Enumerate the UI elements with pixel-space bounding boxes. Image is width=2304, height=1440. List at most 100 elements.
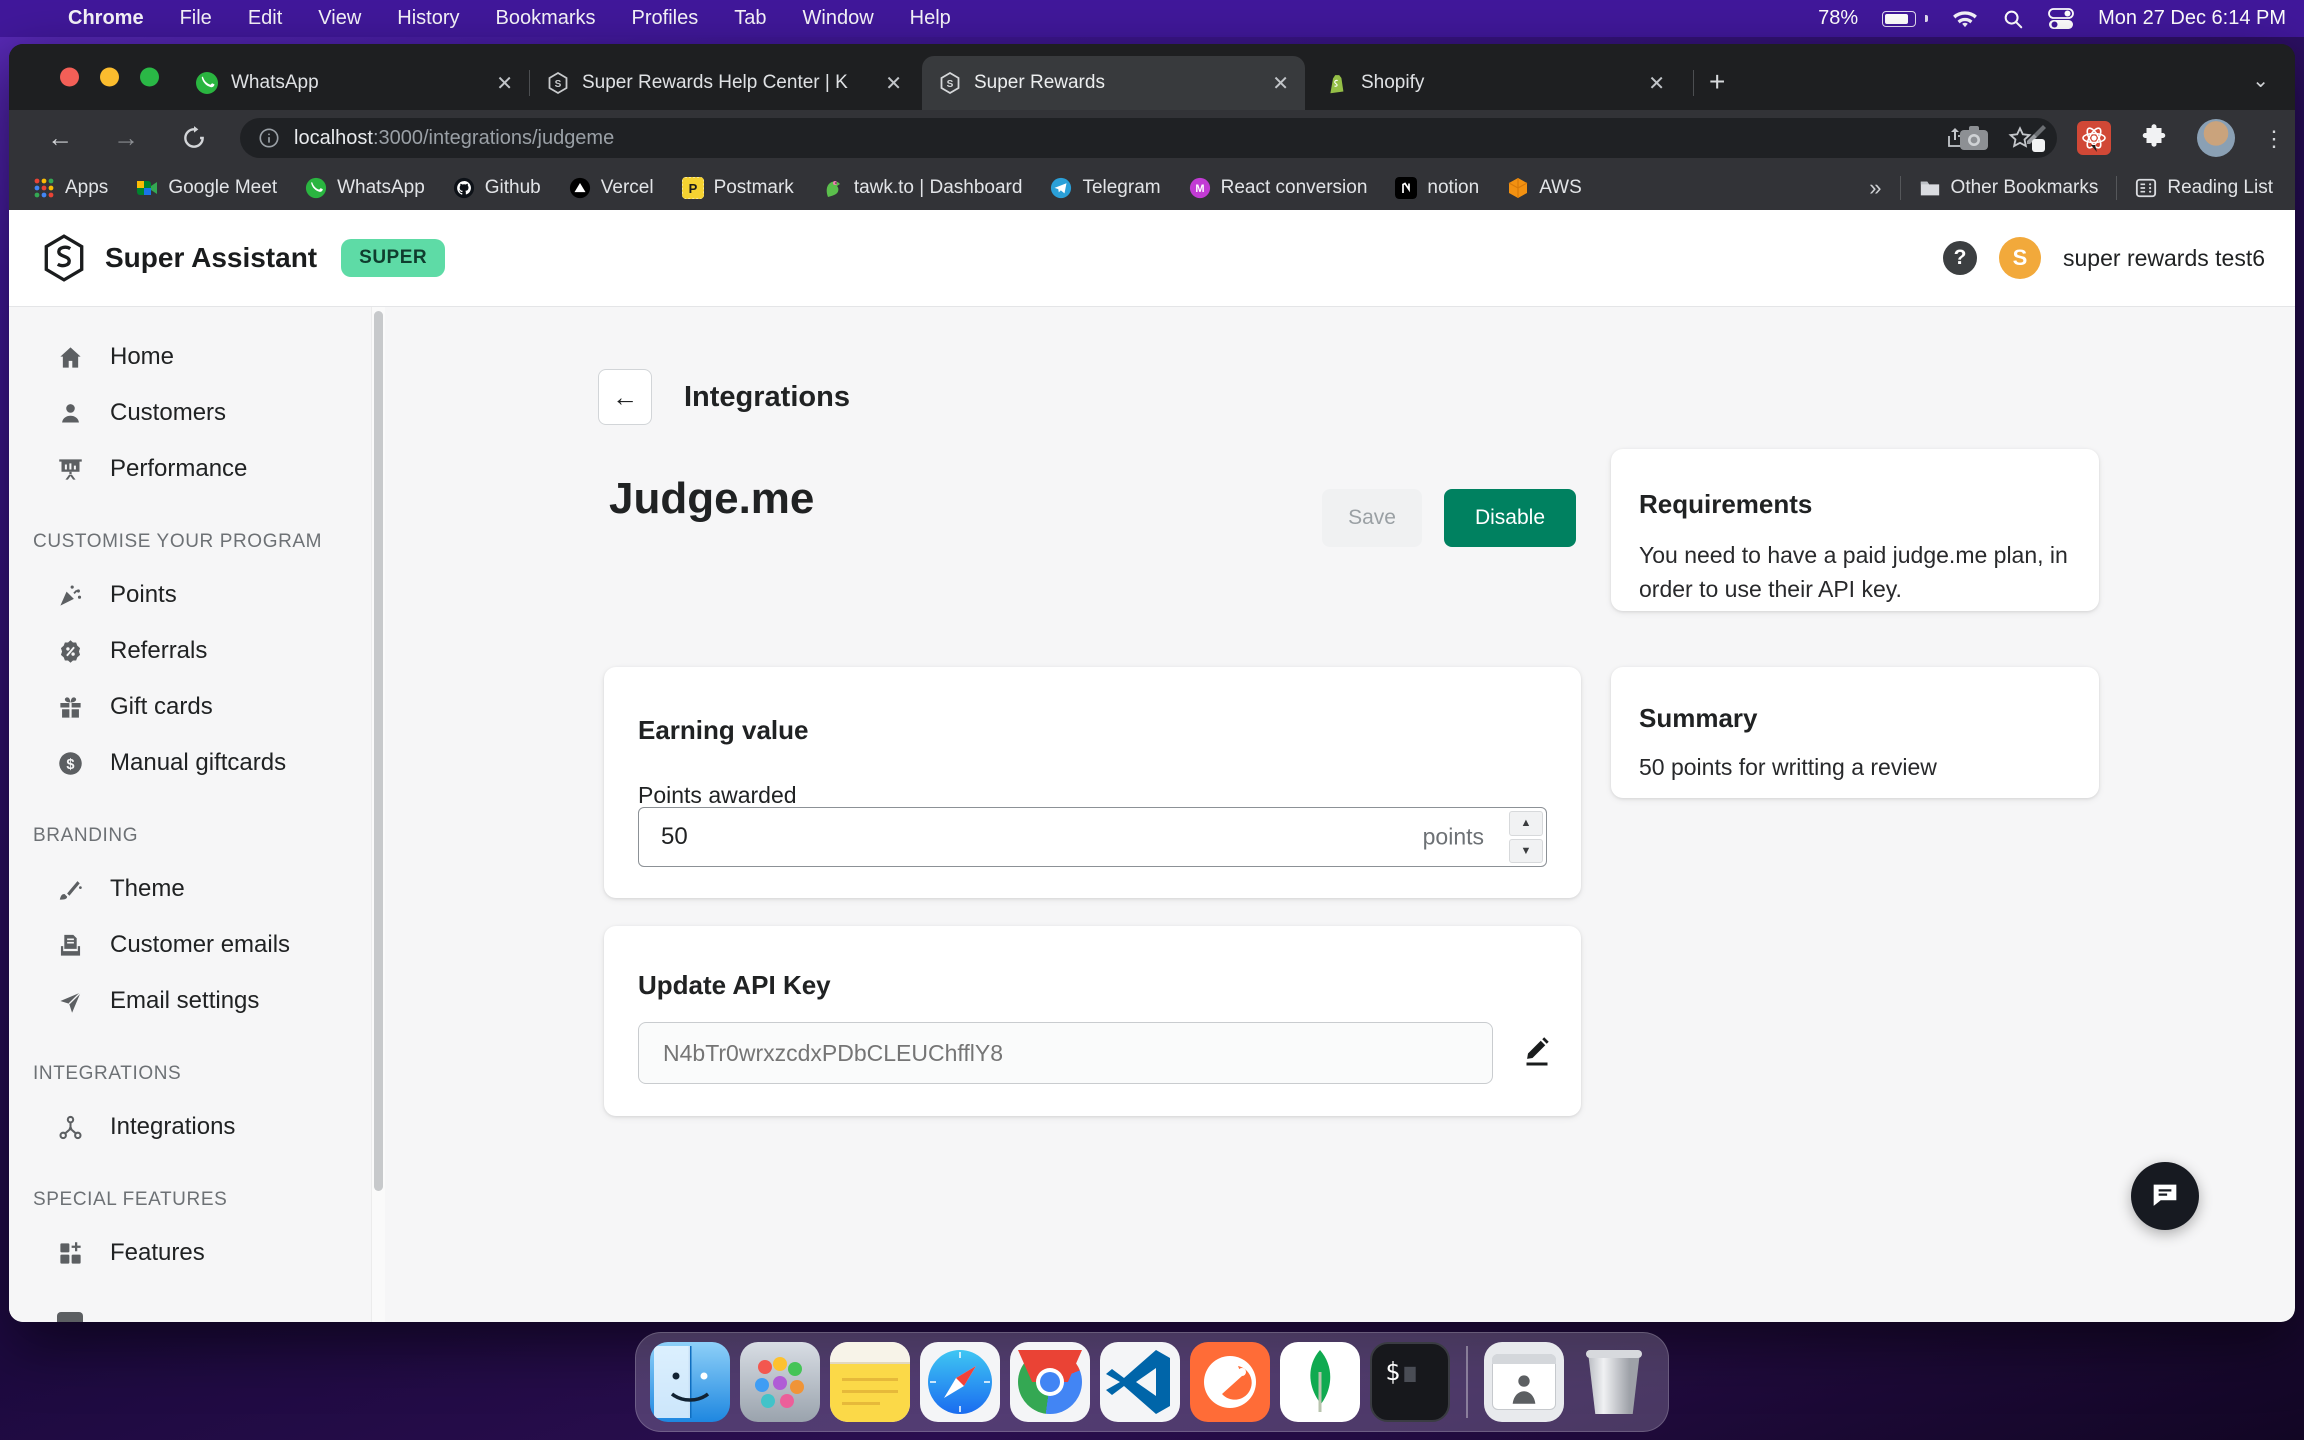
save-button[interactable]: Save <box>1322 489 1422 547</box>
back-nav-icon[interactable]: ← <box>47 123 73 154</box>
extensions-puzzle-icon[interactable] <box>2139 123 2169 153</box>
dock-app-window-icon[interactable] <box>1484 1342 1564 1422</box>
tab-shopify[interactable]: Shopify ✕ <box>1309 56 1681 110</box>
bookmark-github[interactable]: Github <box>453 177 541 199</box>
sidebar-item-customer-emails[interactable]: Customer emails <box>9 917 387 973</box>
sidebar-item-points[interactable]: Points <box>9 567 387 623</box>
dock-postman-icon[interactable] <box>1190 1342 1270 1422</box>
chrome-profile-avatar[interactable] <box>2197 119 2235 157</box>
dock-launchpad-icon[interactable] <box>740 1342 820 1422</box>
sidebar-item-label: Referrals <box>110 637 207 665</box>
menubar-clock[interactable]: Mon 27 Dec 6:14 PM <box>2098 7 2286 30</box>
dock-vscode-icon[interactable] <box>1100 1342 1180 1422</box>
other-bookmarks-button[interactable]: Other Bookmarks <box>1919 177 2099 199</box>
scrollbar-thumb[interactable] <box>374 311 383 1191</box>
sidebar-item-integrations[interactable]: Integrations <box>9 1099 387 1155</box>
chat-widget-button[interactable] <box>2131 1162 2199 1230</box>
earning-value-card: Earning value Points awarded points ▲ ▼ <box>604 667 1581 898</box>
bookmark-separator <box>2116 176 2117 200</box>
menubar-item-help[interactable]: Help <box>910 7 951 30</box>
edit-pencil-icon[interactable] <box>1519 1034 1555 1070</box>
menubar-item-edit[interactable]: Edit <box>248 7 282 30</box>
summary-body: 50 points for writting a review <box>1639 750 2071 784</box>
menubar-item-history[interactable]: History <box>397 7 459 30</box>
react-extension-icon[interactable] <box>2077 121 2111 155</box>
bookmark-notion[interactable]: notion <box>1395 177 1479 199</box>
bookmark-telegram[interactable]: Telegram <box>1050 177 1160 199</box>
sidebar-item-referrals[interactable]: Referrals <box>9 623 387 679</box>
menubar-item-tab[interactable]: Tab <box>734 7 766 30</box>
help-button[interactable]: ? <box>1943 241 1977 275</box>
tab-super-rewards-active[interactable]: S Super Rewards ✕ <box>922 56 1305 110</box>
user-avatar[interactable]: S <box>1999 237 2041 279</box>
menubar-item-profiles[interactable]: Profiles <box>632 7 699 30</box>
tab-close-icon[interactable]: ✕ <box>885 71 902 96</box>
menubar-item-view[interactable]: View <box>318 7 361 30</box>
dock-safari-icon[interactable] <box>920 1342 1000 1422</box>
site-info-icon[interactable] <box>258 127 280 149</box>
dock-notes-icon[interactable] <box>830 1342 910 1422</box>
sidebar-scrollbar[interactable] <box>371 307 385 1322</box>
bookmark-apps[interactable]: Apps <box>33 177 108 199</box>
points-awarded-input[interactable] <box>639 808 1274 866</box>
tab-close-icon[interactable]: ✕ <box>496 71 513 96</box>
window-minimize-button[interactable] <box>100 68 119 87</box>
sidebar-item-label: Gift cards <box>110 693 213 721</box>
sidebar-item-home[interactable]: Home <box>9 329 387 385</box>
dock-terminal-icon[interactable]: $ <box>1370 1342 1450 1422</box>
colorpicker-extension-icon[interactable] <box>2017 122 2049 154</box>
tab-close-icon[interactable]: ✕ <box>1648 71 1665 96</box>
super-assistant-logo-icon <box>39 232 89 284</box>
bookmark-aws[interactable]: AWS <box>1507 177 1582 199</box>
chrome-menu-icon[interactable]: ⋮ <box>2263 135 2285 142</box>
tab-search-chevron-icon[interactable]: ⌄ <box>2252 68 2269 93</box>
new-tab-button[interactable]: + <box>1709 66 1725 98</box>
sidebar-item-gift-cards[interactable]: Gift cards <box>9 679 387 735</box>
bookmark-whatsapp[interactable]: WhatsApp <box>305 177 425 199</box>
stepper-up-button[interactable]: ▲ <box>1509 811 1543 836</box>
battery-icon[interactable] <box>1882 11 1928 27</box>
disable-button[interactable]: Disable <box>1444 489 1576 547</box>
user-name[interactable]: super rewards test6 <box>2063 245 2265 272</box>
screenshot-camera-icon[interactable] <box>1959 125 1989 151</box>
menubar-item-file[interactable]: File <box>180 7 212 30</box>
menubar-item-window[interactable]: Window <box>803 7 874 30</box>
bookmark-google-meet[interactable]: Google Meet <box>136 177 277 199</box>
url-text[interactable]: localhost:3000/integrations/judgeme <box>294 127 614 150</box>
sidebar-item-theme[interactable]: Theme <box>9 861 387 917</box>
sidebar-item-features[interactable]: Features <box>9 1225 387 1281</box>
bookmarks-overflow-chevron[interactable]: » <box>1869 175 1881 201</box>
sidebar-item-customers[interactable]: Customers <box>9 385 387 441</box>
tab-whatsapp[interactable]: WhatsApp ✕ <box>179 56 529 110</box>
window-zoom-button[interactable] <box>140 68 159 87</box>
brand[interactable]: Super Assistant <box>9 232 317 284</box>
bookmark-vercel[interactable]: Vercel <box>569 177 654 199</box>
wifi-icon[interactable] <box>1952 9 1978 29</box>
menubar-item-bookmarks[interactable]: Bookmarks <box>496 7 596 30</box>
menubar-item-chrome[interactable]: Chrome <box>68 7 144 30</box>
sidebar-item-performance[interactable]: Performance <box>9 441 387 497</box>
bookmark-react-conversion[interactable]: M React conversion <box>1189 177 1368 199</box>
control-center-icon[interactable] <box>2048 8 2074 30</box>
dock-finder-icon[interactable] <box>650 1342 730 1422</box>
api-key-input[interactable] <box>638 1022 1493 1084</box>
home-icon <box>57 344 84 371</box>
tab-help-center[interactable]: S Super Rewards Help Center | K ✕ <box>530 56 918 110</box>
forward-nav-icon[interactable]: → <box>113 123 139 154</box>
stepper-down-button[interactable]: ▼ <box>1509 839 1543 864</box>
window-close-button[interactable] <box>60 68 79 87</box>
tab-close-icon[interactable]: ✕ <box>1272 71 1289 96</box>
sidebar-item-manual-giftcards[interactable]: $ Manual giftcards <box>9 735 387 791</box>
back-button[interactable]: ← <box>598 369 652 425</box>
spotlight-search-icon[interactable] <box>2002 8 2024 30</box>
sidebar-item-email-settings[interactable]: Email settings <box>9 973 387 1029</box>
dock-chrome-icon[interactable] <box>1010 1342 1090 1422</box>
bookmark-tawkto[interactable]: tawk.to | Dashboard <box>822 177 1023 199</box>
address-bar[interactable]: localhost:3000/integrations/judgeme <box>240 118 2057 158</box>
bookmark-label: Reading List <box>2167 177 2273 199</box>
dock-trash-icon[interactable] <box>1574 1342 1654 1422</box>
bookmark-postmark[interactable]: P Postmark <box>682 177 794 199</box>
dock-mongodb-icon[interactable] <box>1280 1342 1360 1422</box>
reading-list-button[interactable]: Reading List <box>2135 177 2273 199</box>
reload-icon[interactable] <box>181 125 207 151</box>
